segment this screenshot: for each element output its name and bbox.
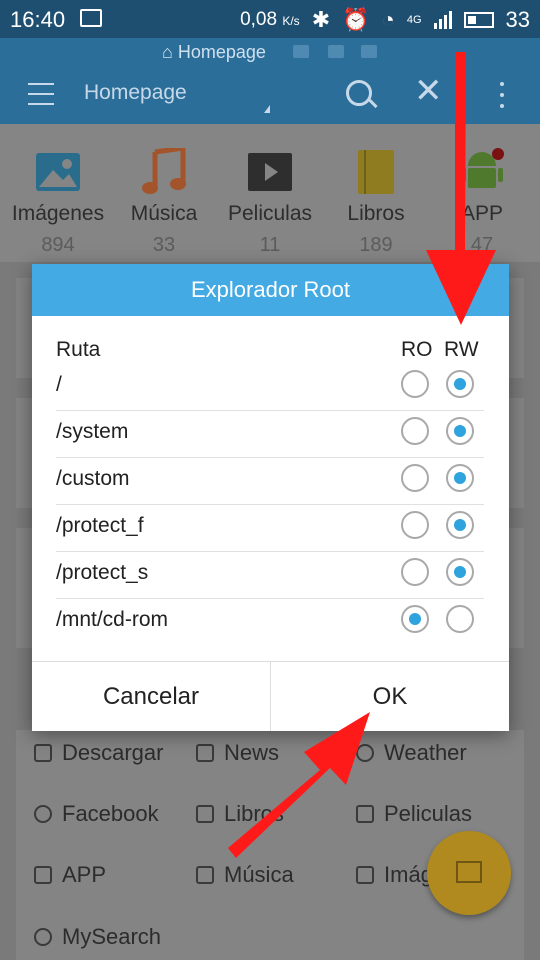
gift-icon (456, 861, 482, 883)
mount-row-system: /system (56, 410, 484, 458)
android-icon (430, 146, 534, 198)
rw-column-header: RW (444, 338, 479, 361)
app-icon (34, 866, 52, 884)
category-images[interactable]: Imágenes 894 (6, 124, 110, 262)
mount-path: /mnt/cd-rom (56, 608, 169, 631)
signal-icon (433, 11, 452, 29)
root-explorer-dialog: Explorador Root Ruta RO RW / /system /cu… (32, 264, 509, 731)
ro-radio[interactable] (401, 605, 429, 633)
window-icon[interactable] (328, 45, 344, 58)
ro-radio[interactable] (401, 370, 429, 398)
category-bar: Imágenes 894 Música 33 Peliculas 11 Libr… (0, 124, 540, 262)
window-icon[interactable] (293, 45, 309, 58)
video-play-icon (218, 146, 322, 198)
rw-radio[interactable] (446, 370, 474, 398)
network-type: 4G (406, 14, 422, 26)
path-column-header: Ruta (56, 338, 101, 361)
bluetooth-icon: ✱ (311, 7, 331, 32)
toolbar: Homepage ✕ (0, 66, 540, 124)
rw-radio[interactable] (446, 464, 474, 492)
category-books[interactable]: Libros 189 (324, 124, 428, 262)
video-icon (356, 805, 374, 823)
rw-radio[interactable] (446, 558, 474, 586)
shortcut-musica[interactable]: Música (196, 862, 294, 888)
book-icon (324, 146, 428, 198)
close-icon[interactable]: ✕ (414, 74, 443, 108)
download-icon (34, 744, 52, 762)
cancel-button[interactable]: Cancelar (32, 662, 270, 731)
shortcut-mysearch[interactable]: MySearch (34, 924, 161, 950)
book-icon (196, 805, 214, 823)
category-music[interactable]: Música 33 (112, 124, 216, 262)
dialog-buttons: Cancelar OK (32, 661, 509, 731)
shortcut-peliculas[interactable]: Peliculas (356, 801, 472, 827)
alarm-icon: ⏰ (342, 7, 370, 32)
menu-icon[interactable] (28, 83, 54, 105)
weather-icon (356, 744, 374, 762)
shortcut-news[interactable]: News (196, 740, 279, 766)
globe-icon (34, 928, 52, 946)
more-options-icon[interactable] (500, 82, 506, 115)
ro-column-header: RO (401, 338, 433, 361)
image-icon (356, 866, 374, 884)
search-icon[interactable] (346, 80, 372, 106)
news-icon (196, 744, 214, 762)
dialog-title: Explorador Root (32, 264, 509, 316)
shortcut-descargar[interactable]: Descargar (34, 740, 163, 766)
image-icon (6, 146, 110, 198)
music-note-icon (112, 146, 216, 198)
globe-icon (34, 805, 52, 823)
rw-radio[interactable] (446, 605, 474, 633)
ro-radio[interactable] (401, 511, 429, 539)
toolbar-title[interactable]: Homepage (84, 81, 187, 105)
battery-icon (463, 12, 494, 28)
ro-radio[interactable] (401, 558, 429, 586)
gift-fab-button[interactable] (427, 831, 511, 915)
rw-radio[interactable] (446, 417, 474, 445)
status-bar: 16:40 0,08 K/s ✱ ⏰ ◔ 4G 33 (0, 0, 540, 38)
mount-row-cdrom: /mnt/cd-rom (56, 598, 484, 645)
category-app[interactable]: APP 47 (430, 124, 534, 262)
mount-path: /protect_s (56, 561, 149, 584)
mount-row-root: / (56, 363, 484, 411)
mount-path: /system (56, 420, 129, 443)
mount-path: /protect_f (56, 514, 144, 537)
wifi-icon: ◔ (381, 7, 395, 32)
shortcut-libros[interactable]: Libros (196, 801, 284, 827)
ro-radio[interactable] (401, 464, 429, 492)
clock: 16:40 (10, 7, 66, 32)
shortcut-app[interactable]: APP (34, 862, 106, 888)
shortcut-facebook[interactable]: Facebook (34, 801, 159, 827)
mount-row-protect-s: /protect_s (56, 551, 484, 599)
window-icon[interactable] (361, 45, 377, 58)
ro-radio[interactable] (401, 417, 429, 445)
mount-row-custom: /custom (56, 457, 484, 505)
rw-radio[interactable] (446, 511, 474, 539)
address-bar: ⌂ Homepage (0, 38, 540, 66)
mount-row-protect-f: /protect_f (56, 504, 484, 552)
dropdown-caret-icon[interactable] (264, 105, 270, 113)
network-speed: 0,08 K/s (240, 9, 300, 30)
category-movies[interactable]: Peliculas 11 (218, 124, 322, 262)
shortcut-weather[interactable]: Weather (356, 740, 467, 766)
battery-level: 33 (505, 7, 530, 32)
mount-path: / (56, 373, 62, 396)
ok-button[interactable]: OK (270, 662, 509, 731)
music-icon (196, 866, 214, 884)
address-home[interactable]: ⌂ Homepage (162, 42, 266, 63)
dialog-header: Ruta RO RW (56, 338, 485, 362)
gallery-notification-icon (80, 9, 102, 27)
mount-path: /custom (56, 467, 130, 490)
